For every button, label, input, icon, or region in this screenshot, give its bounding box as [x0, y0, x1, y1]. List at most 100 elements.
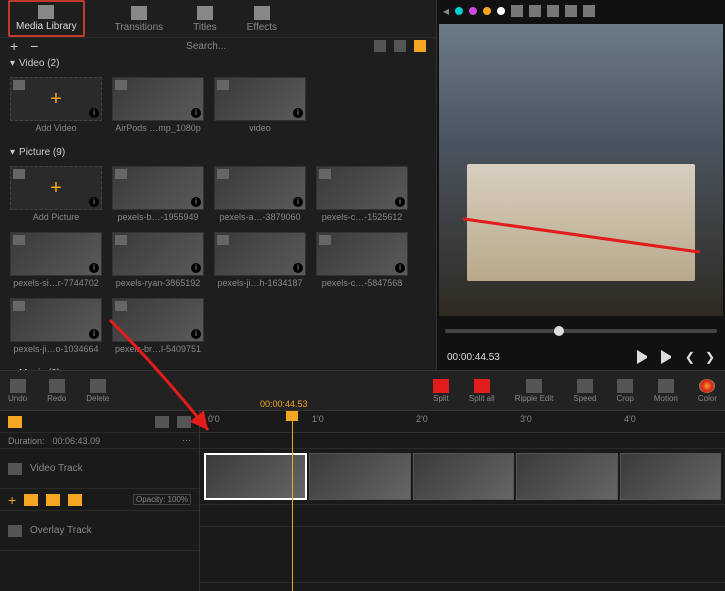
thumb-image [10, 298, 102, 342]
toolbar-prev-icon[interactable]: ◂ [443, 4, 449, 18]
split-all-button[interactable]: Split all [469, 379, 495, 403]
speed-icon [577, 379, 593, 393]
tab-titles[interactable]: Titles [193, 6, 217, 37]
add-track-button[interactable] [0, 411, 199, 433]
top-tabs: Media Library Transitions Titles Effects [0, 0, 436, 38]
thumb-image [10, 232, 102, 276]
clip[interactable] [413, 453, 514, 500]
marker-cyan[interactable] [455, 7, 463, 15]
thumb-image [112, 298, 204, 342]
media-thumb[interactable]: video [214, 77, 306, 133]
add-video-button[interactable]: +Add Video [10, 77, 102, 133]
add-item-button[interactable]: + [10, 38, 18, 54]
mute-icon[interactable] [46, 494, 60, 506]
media-thumb[interactable]: pexels-ji…o-1034664 [10, 298, 102, 354]
ruler-tick: 1'0 [312, 414, 324, 424]
media-thumb[interactable]: pexels-b…-1955949 [112, 166, 204, 222]
media-thumb[interactable]: pexels-c…-5847568 [316, 232, 408, 288]
step-fwd-button[interactable]: ❯ [705, 350, 715, 364]
overlay-track-head[interactable]: Overlay Track [0, 511, 199, 551]
undo-button[interactable]: Undo [8, 379, 27, 403]
time-ruler[interactable]: 00:00:44.53 0'01'02'03'04'05' [200, 411, 725, 433]
preview-scrubber[interactable] [445, 329, 717, 333]
eye-icon[interactable] [68, 494, 82, 506]
lock-icon[interactable] [547, 5, 559, 17]
motion-button[interactable]: Motion [654, 379, 678, 403]
magnet-icon[interactable] [177, 416, 191, 428]
thumb-name: pexels-ji…o-1034664 [10, 344, 102, 354]
media-thumb[interactable]: AirPods …mp_1080p [112, 77, 204, 133]
play-button[interactable] [637, 350, 651, 364]
thumb-name: AirPods …mp_1080p [112, 123, 204, 133]
transitions-icon [131, 6, 147, 20]
video-track-head[interactable]: Video Track [0, 449, 199, 489]
duration-value: 00:06:43.09 [53, 436, 101, 446]
media-thumb[interactable]: pexels-a…-3879060 [214, 166, 306, 222]
marker-magenta[interactable] [469, 7, 477, 15]
remove-item-button[interactable]: − [30, 38, 38, 54]
scissors-icon [433, 379, 449, 393]
media-thumb[interactable]: pexels-br…l-5409751 [112, 298, 204, 354]
section-label: Video (2) [19, 58, 59, 69]
grid-view-icon[interactable] [374, 40, 386, 52]
section-video[interactable]: ▾ Video (2) [0, 54, 436, 73]
media-thumb[interactable]: pexels-ryan-3865192 [112, 232, 204, 288]
clip[interactable] [516, 453, 617, 500]
cursor-tool-icon[interactable] [511, 5, 523, 17]
video-thumbs: +Add Video AirPods …mp_1080p video [0, 73, 436, 143]
tab-transitions[interactable]: Transitions [115, 6, 164, 37]
overlay-track-clips[interactable] [200, 527, 725, 583]
tab-media-library[interactable]: Media Library [8, 0, 85, 37]
thumb-image [316, 166, 408, 210]
ripple-edit-button[interactable]: Ripple Edit [515, 379, 554, 403]
media-thumb[interactable]: pexels-c…-1525612 [316, 166, 408, 222]
tool-label: Undo [8, 394, 27, 403]
media-thumb[interactable]: pexels-si…r-7744702 [10, 232, 102, 288]
visibility-icon[interactable] [583, 5, 595, 17]
crop-icon [617, 379, 633, 393]
speed-button[interactable]: Speed [573, 379, 596, 403]
snap-icon[interactable] [565, 5, 577, 17]
clip[interactable] [309, 453, 410, 500]
add-overlay-button[interactable]: + Opacity: 100% [0, 489, 199, 511]
playhead[interactable] [292, 411, 293, 591]
section-picture[interactable]: ▾ Picture (9) [0, 143, 436, 162]
opacity-field[interactable]: Opacity: 100% [133, 494, 191, 505]
section-label: Picture (9) [19, 147, 65, 158]
list-view-icon[interactable] [394, 40, 406, 52]
step-back-button[interactable]: ❮ [685, 350, 695, 364]
thumb-name: pexels-a…-3879060 [214, 212, 306, 222]
add-picture-button[interactable]: +Add Picture [10, 166, 102, 222]
ruler-tick: 4'0 [624, 414, 636, 424]
clip[interactable] [620, 453, 721, 500]
marker-orange[interactable] [483, 7, 491, 15]
thumb-name: pexels-c…-1525612 [316, 212, 408, 222]
selection-tool-icon[interactable] [529, 5, 541, 17]
redo-button[interactable]: Redo [47, 379, 66, 403]
lock-icon[interactable] [24, 494, 38, 506]
marker-white[interactable] [497, 7, 505, 15]
more-icon[interactable]: ⋯ [182, 435, 191, 446]
undo-icon [10, 379, 26, 393]
lock-icon[interactable] [155, 416, 169, 428]
tab-label: Effects [247, 22, 277, 33]
tab-label: Transitions [115, 22, 164, 33]
thumb-image [214, 77, 306, 121]
delete-button[interactable]: Delete [86, 379, 109, 403]
play-next-button[interactable] [661, 350, 675, 364]
preview-pane: ◂ 00:00:44.53 [436, 0, 725, 370]
tool-label: Split all [469, 394, 495, 403]
thumb-image [112, 77, 204, 121]
ripple-icon [526, 379, 542, 393]
crop-button[interactable]: Crop [617, 379, 634, 403]
ruler-tick: 0'0 [208, 414, 220, 424]
search-input[interactable]: Search... [50, 41, 362, 52]
media-thumb[interactable]: pexels-ji…h-1634187 [214, 232, 306, 288]
tab-effects[interactable]: Effects [247, 6, 277, 37]
panel-view-icon[interactable] [414, 40, 426, 52]
color-button[interactable]: Color [698, 379, 717, 403]
split-button[interactable]: Split [433, 379, 449, 403]
motion-icon [658, 379, 674, 393]
video-track-clips[interactable] [200, 449, 725, 505]
preview-viewport[interactable] [439, 24, 723, 316]
